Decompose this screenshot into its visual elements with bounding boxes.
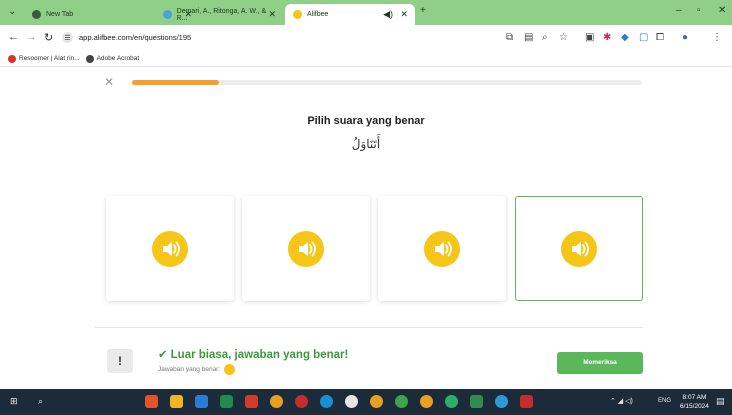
clock-date: 6/15/2024: [680, 403, 709, 410]
tab-label: Alifbee: [307, 11, 329, 18]
tab-label: Demari, A., Ritonga, A. W., & R...: [176, 7, 267, 22]
site-info-icon[interactable]: ☰: [62, 32, 73, 43]
windows-start-icon[interactable]: ⊞: [10, 396, 18, 407]
feedback-title: ✔ Luar biasa, jawaban yang benar!: [158, 347, 348, 361]
edge-icon[interactable]: [320, 395, 333, 408]
chrome-icon[interactable]: [420, 395, 433, 408]
progress-fill: [132, 80, 219, 85]
app-icon[interactable]: [345, 395, 358, 408]
bookmark-resoomer[interactable]: Resoomer | Alat rin...: [8, 54, 80, 63]
audio-playing-icon[interactable]: ◀): [383, 9, 393, 20]
tab-alifbee[interactable]: Alifbee ◀) ✕: [285, 4, 415, 25]
correct-answer-label: Jawaban yang benar:: [158, 366, 221, 373]
audio-option-1[interactable]: [106, 196, 234, 301]
office-app-icon[interactable]: [145, 395, 158, 408]
lesson-page: ✕ Pilih suara yang benar أَتَنَاوَلُ ! ✔…: [0, 67, 732, 389]
lesson-progress-bar: [132, 80, 642, 85]
speaker-icon[interactable]: [152, 230, 188, 267]
minimize-icon[interactable]: –: [676, 5, 682, 16]
tab-search-icon[interactable]: ⌄: [8, 6, 16, 17]
resoomer-icon: [8, 54, 16, 63]
file-explorer-icon[interactable]: [170, 395, 183, 408]
speaker-icon[interactable]: [288, 230, 324, 267]
url-text: app.alifbee.com/en/questions/195: [79, 33, 192, 42]
tray-icons[interactable]: ⌃ ◢ ◁): [610, 397, 633, 405]
reload-icon[interactable]: ↻: [44, 31, 53, 44]
alifbee-icon: [293, 10, 302, 19]
speaker-icon[interactable]: [424, 230, 460, 267]
chrome-icon[interactable]: [370, 395, 383, 408]
clock[interactable]: 8:07 AM 6/15/2024: [680, 393, 709, 411]
close-window-icon[interactable]: ✕: [718, 5, 726, 16]
zoom-icon[interactable]: ⌕: [542, 32, 548, 43]
speaker-icon[interactable]: [561, 230, 597, 267]
forward-icon[interactable]: →: [26, 31, 37, 43]
extension-icon[interactable]: ▢: [639, 32, 648, 43]
notifications-icon[interactable]: ▤: [716, 396, 725, 407]
close-tab-icon[interactable]: ✕: [268, 9, 276, 20]
address-bar[interactable]: ☰ app.alifbee.com/en/questions/195: [60, 28, 460, 47]
bookmark-label: Resoomer | Alat rin...: [19, 55, 80, 62]
word-icon[interactable]: [195, 395, 208, 408]
new-tab-icon[interactable]: +: [420, 5, 426, 16]
correct-answer-line: Jawaban yang benar:: [158, 364, 236, 375]
clock-time: 8:07 AM: [682, 394, 707, 401]
audio-option-4[interactable]: [515, 196, 643, 301]
search-icon[interactable]: ⌕: [38, 396, 43, 407]
extension-icon[interactable]: ◆: [621, 32, 629, 43]
check-button[interactable]: Memeriksa: [557, 352, 643, 374]
feedback-panel: ! ✔ Luar biasa, jawaban yang benar! Jawab…: [0, 328, 732, 389]
browser-icon[interactable]: [295, 395, 308, 408]
tab-article[interactable]: Demari, A., Ritonga, A. W., & R... ✕: [155, 4, 283, 25]
language-indicator[interactable]: ENG: [658, 398, 671, 404]
telegram-icon[interactable]: [495, 395, 508, 408]
app-icon[interactable]: [520, 395, 533, 408]
bookmarks-bar: Resoomer | Alat rin... Adobe Acrobat: [0, 51, 732, 67]
bookmark-label: Adobe Acrobat: [96, 55, 140, 62]
close-tab-icon[interactable]: ✕: [400, 9, 408, 20]
bookmark-star-icon[interactable]: ☆: [559, 32, 568, 43]
adobe-icon: [85, 54, 94, 63]
browser-toolbar: ← → ↻ ☰ app.alifbee.com/en/questions/195…: [0, 25, 732, 51]
extension-icon[interactable]: ▣: [585, 32, 594, 43]
extensions-puzzle-icon[interactable]: ⧠: [656, 32, 664, 43]
windows-taskbar: ⊞ ⌕ ⌃ ◢ ◁) ENG 8:07 AM 6/15/2024 ▤: [0, 389, 732, 415]
browser-tab-strip: ⌄ New Tab ✕ Demari, A., Ritonga, A. W., …: [0, 0, 732, 25]
profile-icon[interactable]: ●: [682, 32, 688, 43]
tab-label: New Tab: [46, 11, 74, 18]
whatsapp-icon[interactable]: [445, 395, 458, 408]
excel-icon[interactable]: [220, 395, 233, 408]
bookmark-adobe[interactable]: Adobe Acrobat: [85, 54, 140, 63]
chrome-icon[interactable]: [395, 395, 408, 408]
arabic-word: أَتَنَاوَلُ: [351, 137, 381, 151]
question-title: Pilih suara yang benar: [307, 115, 425, 127]
audio-option-3[interactable]: [378, 196, 506, 301]
chrome-icon[interactable]: [270, 395, 283, 408]
checkmark-icon: ✔: [158, 349, 168, 361]
menu-icon[interactable]: ⋮: [712, 32, 722, 43]
close-lesson-icon[interactable]: ✕: [104, 75, 114, 89]
restore-icon[interactable]: ▫: [697, 5, 701, 16]
chrome-icon: [32, 10, 41, 19]
translate-icon[interactable]: ▤: [524, 32, 533, 43]
speaker-icon[interactable]: [224, 364, 236, 375]
sheets-icon[interactable]: [470, 395, 483, 408]
document-icon: [163, 10, 172, 19]
audio-option-2[interactable]: [242, 196, 370, 301]
report-icon[interactable]: !: [107, 349, 133, 373]
install-icon[interactable]: ⧉: [506, 32, 513, 43]
back-icon[interactable]: ←: [8, 31, 19, 43]
pdf-reader-icon[interactable]: [245, 395, 258, 408]
extension-icon[interactable]: ✱: [603, 32, 611, 43]
feedback-title-text: Luar biasa, jawaban yang benar!: [170, 349, 349, 361]
